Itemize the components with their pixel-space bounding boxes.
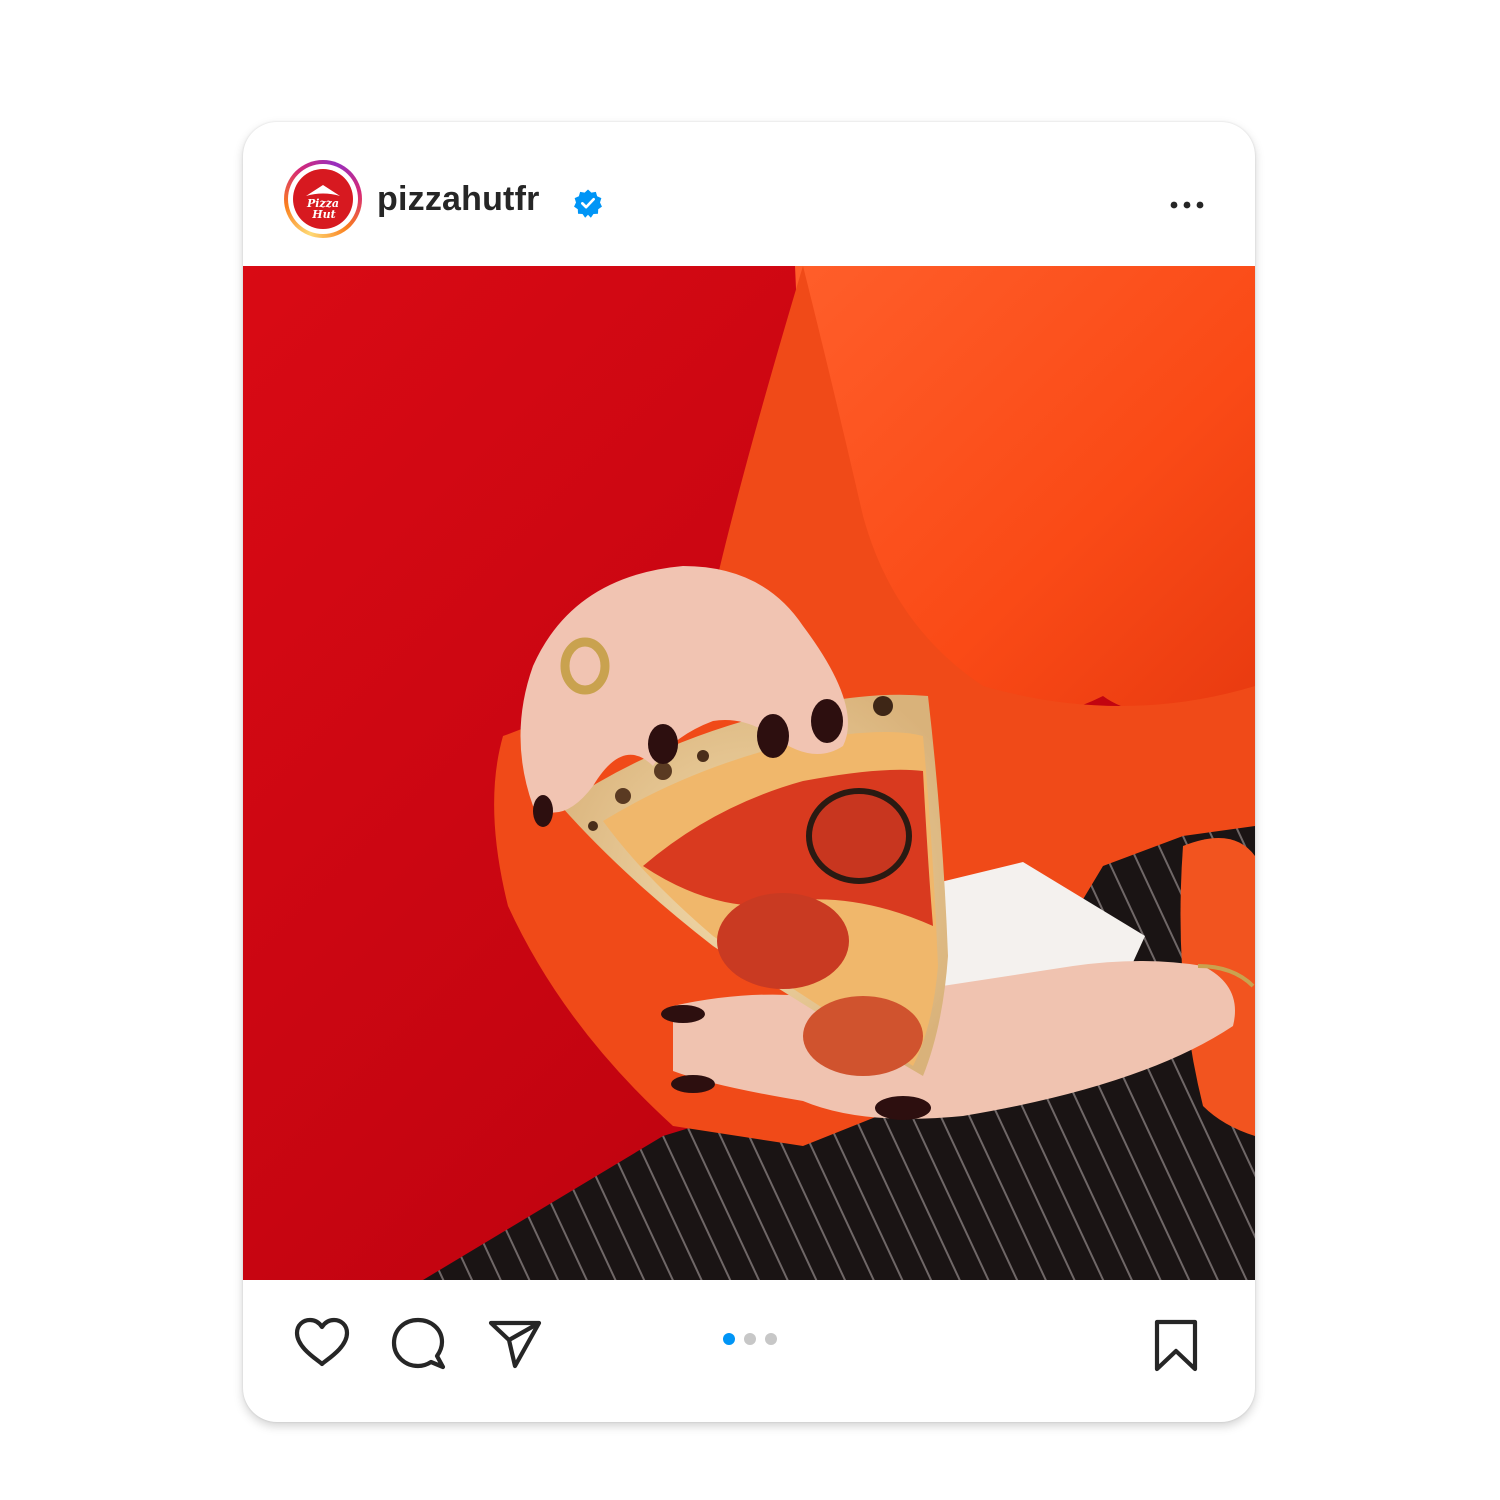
post-header: Pizza Hut pizzahutfr [243,122,1255,266]
story-ring[interactable]: Pizza Hut [284,160,362,238]
carousel-dot[interactable] [723,1333,735,1345]
verified-badge-icon [574,189,602,218]
carousel-indicator [723,1332,777,1346]
avatar: Pizza Hut [293,169,353,229]
pizza-hut-logo-icon: Pizza Hut [306,185,340,221]
post-image[interactable] [243,266,1255,1280]
carousel-dot[interactable] [744,1333,756,1345]
more-options-icon[interactable] [1169,195,1205,215]
instagram-post-card: Pizza Hut pizzahutfr [243,122,1255,1422]
username[interactable]: pizzahutfr [377,180,540,219]
post-actions [243,1280,1255,1422]
carousel-dot[interactable] [765,1333,777,1345]
share-icon[interactable] [487,1318,543,1370]
svg-text:Hut: Hut [311,208,335,221]
comment-icon[interactable] [390,1316,446,1372]
bookmark-icon[interactable] [1153,1318,1199,1374]
heart-icon[interactable] [293,1316,351,1368]
